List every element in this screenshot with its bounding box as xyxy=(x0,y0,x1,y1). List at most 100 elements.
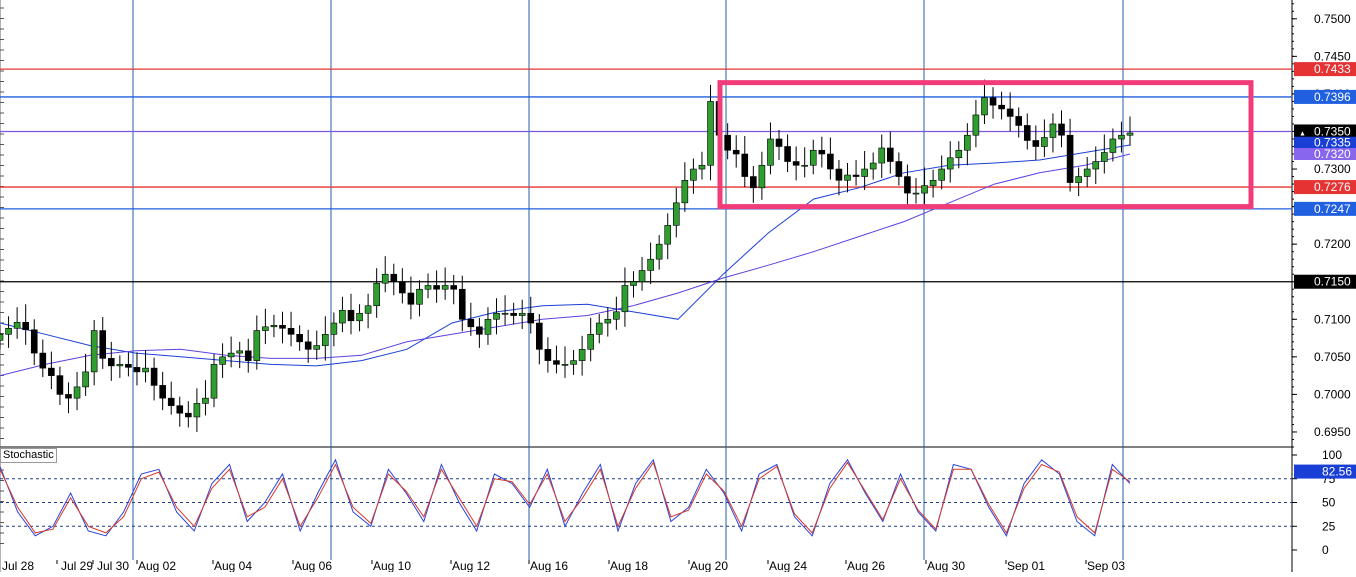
x-axis-date-label: Sep 03 xyxy=(1087,559,1125,572)
level-price-label: 0.7276 xyxy=(1314,180,1351,194)
stochastic-tick-label: 25 xyxy=(1322,519,1336,533)
price-candle xyxy=(493,312,500,320)
price-candle xyxy=(167,397,175,406)
price-candle xyxy=(65,394,72,399)
price-candle xyxy=(553,360,560,365)
price-candle xyxy=(399,281,406,294)
x-axis-date-label: Aug 04 xyxy=(214,559,252,572)
price-candle xyxy=(964,134,971,151)
forex-chart: 0.75000.74500.74000.73500.73000.72500.72… xyxy=(0,0,1356,573)
price-candle xyxy=(407,292,415,305)
price-candle xyxy=(1023,125,1031,141)
price-candle xyxy=(887,147,894,162)
price-candle xyxy=(938,168,945,181)
price-candle xyxy=(595,322,603,335)
stochastic-panel-title: Stochastic xyxy=(0,448,57,463)
price-candle xyxy=(536,322,543,350)
x-axis-date-label: Aug 10 xyxy=(373,559,411,572)
price-candle xyxy=(287,328,295,335)
price-candle xyxy=(356,312,363,322)
price-candle xyxy=(458,288,466,320)
price-candle xyxy=(989,97,997,106)
price-candle xyxy=(647,258,654,271)
price-candle xyxy=(904,176,911,194)
price-candle xyxy=(544,349,552,361)
price-candle xyxy=(681,180,689,204)
price-candle xyxy=(809,149,817,166)
x-axis-date-label: Jul 28 xyxy=(2,559,34,572)
price-candle xyxy=(441,285,449,290)
stochastic-tick-label: 0 xyxy=(1322,543,1329,557)
level-price-label: 0.7433 xyxy=(1314,62,1351,76)
price-tick-label: 0.7000 xyxy=(1314,387,1351,401)
x-axis-date-label: Aug 16 xyxy=(530,559,568,572)
x-axis-date-label: Aug 26 xyxy=(847,559,885,572)
price-candle xyxy=(1118,134,1125,140)
price-candle xyxy=(835,168,843,181)
stochastic-value-label: 82.56 xyxy=(1322,465,1352,479)
price-candle xyxy=(322,334,329,346)
x-axis-date-label: Jul 30 xyxy=(97,559,129,572)
price-candle xyxy=(604,318,612,324)
x-axis-date-label: Jul 29 xyxy=(61,559,93,572)
x-axis-date-label: Aug 02 xyxy=(138,559,176,572)
price-candle xyxy=(227,352,235,358)
price-candle xyxy=(476,326,483,335)
price-candle xyxy=(133,367,141,373)
price-candle xyxy=(998,104,1005,110)
price-candle xyxy=(707,101,714,166)
price-candle xyxy=(1006,108,1014,117)
price-candle xyxy=(433,285,440,290)
price-candle xyxy=(578,349,586,361)
price-candle xyxy=(1109,138,1117,153)
price-candle xyxy=(73,386,81,399)
price-candle xyxy=(587,334,594,350)
price-candle xyxy=(116,364,124,367)
price-candle xyxy=(775,138,783,147)
price-candle xyxy=(732,149,740,155)
price-candle xyxy=(125,364,132,368)
price-tick-label: 0.7200 xyxy=(1314,237,1351,251)
price-candle xyxy=(861,168,868,177)
price-candle xyxy=(818,149,826,155)
price-candle xyxy=(219,356,226,365)
price-candle xyxy=(142,367,149,373)
price-candle xyxy=(1092,161,1100,170)
price-candle xyxy=(296,334,303,343)
price-candle xyxy=(638,270,646,283)
price-candle xyxy=(758,164,766,189)
price-candle xyxy=(99,330,107,359)
price-candle xyxy=(621,285,629,313)
price-candle xyxy=(424,285,432,290)
price-tick-label: 0.7100 xyxy=(1314,312,1351,326)
price-candle xyxy=(1126,132,1134,136)
level-price-label: 0.7150 xyxy=(1314,275,1351,289)
price-candle xyxy=(1049,123,1057,138)
price-candle xyxy=(0,334,4,341)
price-candle xyxy=(253,330,261,361)
chart-canvas: 0.75000.74500.74000.73500.73000.72500.72… xyxy=(0,0,1356,573)
price-candle xyxy=(1041,137,1048,147)
price-candle xyxy=(570,360,577,365)
price-candle xyxy=(1032,140,1040,147)
stochastic-tick-label: 100 xyxy=(1322,448,1342,462)
price-candle xyxy=(955,149,963,159)
price-candle xyxy=(416,288,423,305)
price-candle xyxy=(981,97,988,116)
price-candle xyxy=(1083,168,1091,177)
price-candle xyxy=(510,312,517,316)
price-candle xyxy=(5,328,12,335)
price-candle xyxy=(664,225,672,245)
price-candle xyxy=(159,385,166,399)
price-candle xyxy=(176,405,184,414)
price-candle xyxy=(150,367,158,386)
price-candle xyxy=(185,412,192,418)
price-candle xyxy=(467,318,475,328)
price-candle xyxy=(244,350,252,361)
price-candle xyxy=(518,312,526,316)
price-candle xyxy=(210,364,218,399)
x-axis-date-label: Sep 01 xyxy=(1007,559,1045,572)
price-candle xyxy=(869,162,877,170)
price-candle xyxy=(381,273,389,284)
price-tick-label: 0.7300 xyxy=(1314,162,1351,176)
